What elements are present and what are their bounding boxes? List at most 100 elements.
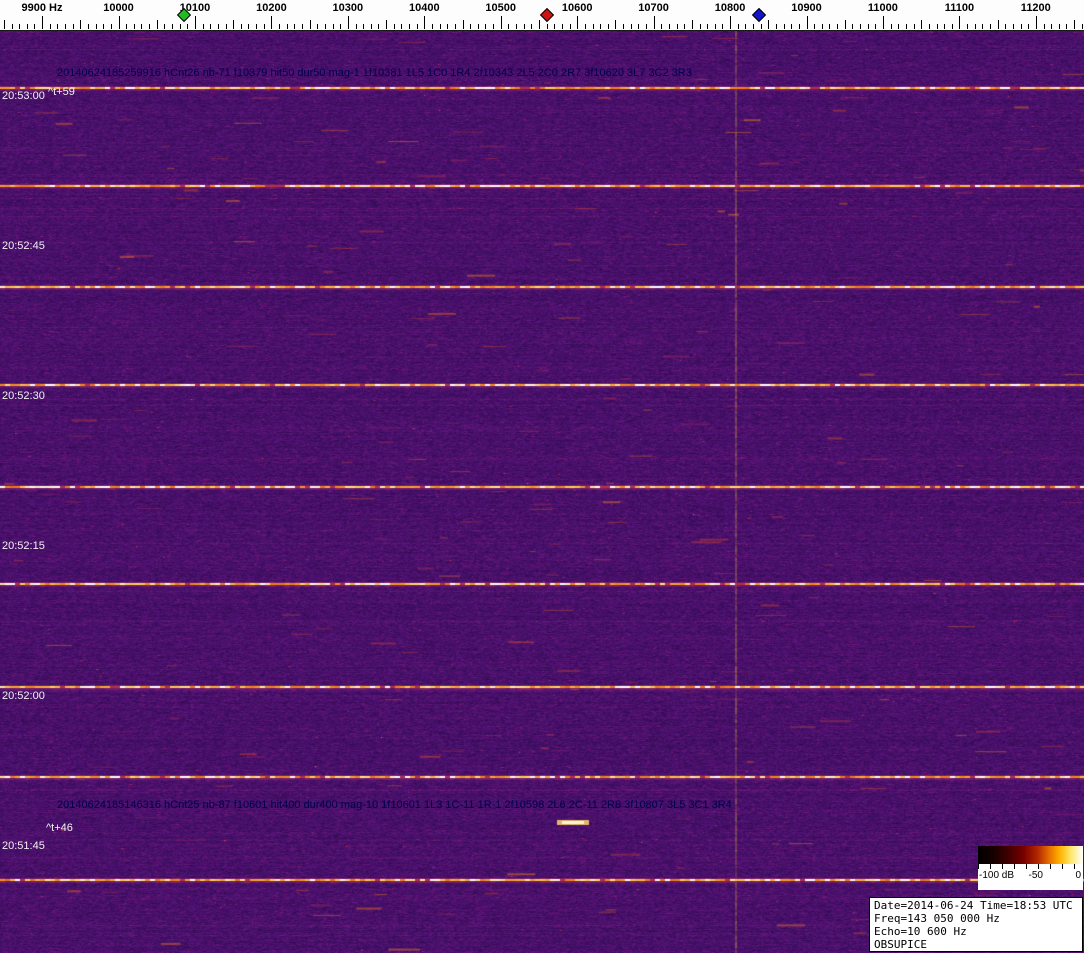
- frequency-ruler: 9900 Hz 10000 10100 10200 10300 10400 10500 106…: [0, 0, 1084, 31]
- ruler-tick: [264, 24, 265, 29]
- ruler-tick: [654, 16, 655, 29]
- ruler-tick: [401, 24, 402, 29]
- ruler-tick: [157, 20, 158, 29]
- info-date-time: Date=2014-06-24 Time=18:53 UTC: [874, 899, 1078, 912]
- ruler-tick: [1082, 24, 1083, 29]
- ruler-tick: [210, 24, 211, 29]
- ruler-tick: [906, 24, 907, 29]
- marker-diamond-blue[interactable]: [752, 8, 766, 22]
- ruler-tick: [1005, 24, 1006, 29]
- ruler-tick: [96, 24, 97, 29]
- ruler-tick: [585, 24, 586, 29]
- ruler-tick: [1066, 24, 1067, 29]
- ruler-tick: [164, 24, 165, 29]
- intensity-colorbar: -100 dB -50 0: [978, 846, 1083, 890]
- ruler-tick: [12, 24, 13, 29]
- ruler-tick-label: 9900 Hz: [22, 2, 63, 14]
- ruler-tick: [1028, 24, 1029, 29]
- ruler-tick: [73, 24, 74, 29]
- ruler-tick: [88, 24, 89, 29]
- ruler-tick: [692, 20, 693, 29]
- ruler-tick: [990, 24, 991, 29]
- ruler-tick: [784, 24, 785, 29]
- ruler-tick: [1051, 24, 1052, 29]
- ruler-tick: [508, 24, 509, 29]
- ruler-tick: [317, 24, 318, 29]
- ruler-tick: [325, 24, 326, 29]
- ruler-tick-label: 10600: [562, 2, 593, 14]
- ruler-tick: [134, 24, 135, 29]
- ruler-tick: [432, 24, 433, 29]
- ruler-tick: [455, 24, 456, 29]
- detection-annotation-1: 20140624185259916 hCnt26 nb-71 f10379 hi…: [57, 67, 692, 79]
- ruler-tick: [1059, 24, 1060, 29]
- ruler-tick: [623, 24, 624, 29]
- ruler-tick: [233, 20, 234, 29]
- ruler-tick: [998, 20, 999, 29]
- ruler-tick: [868, 24, 869, 29]
- ruler-tick: [172, 24, 173, 29]
- time-label: 20:53:00: [2, 90, 45, 102]
- ruler-tick: [119, 16, 120, 29]
- ruler-tick: [921, 20, 922, 29]
- ruler-tick: [340, 24, 341, 29]
- ruler-tick: [829, 24, 830, 29]
- ruler-tick: [187, 24, 188, 29]
- ruler-tick: [141, 24, 142, 29]
- colorbar-max-label: 0: [1075, 870, 1081, 881]
- ruler-tick: [271, 16, 272, 29]
- ruler-tick: [19, 24, 20, 29]
- ruler-tick: [294, 24, 295, 29]
- ruler-tick: [539, 20, 540, 29]
- spectrogram-app: 9900 Hz 10000 10100 10200 10300 10400 10500 106…: [0, 0, 1084, 953]
- ruler-tick: [287, 24, 288, 29]
- ruler-tick: [348, 16, 349, 29]
- ruler-tick: [50, 24, 51, 29]
- ruler-tick: [547, 24, 548, 29]
- time-label: 20:51:45: [2, 840, 45, 852]
- ruler-tick: [248, 24, 249, 29]
- ruler-tick: [982, 24, 983, 29]
- ruler-tick: [394, 24, 395, 29]
- colorbar-min-label: -100 dB: [979, 870, 1014, 881]
- ruler-tick: [753, 24, 754, 29]
- ruler-tick: [1013, 24, 1014, 29]
- time-label: 20:52:00: [2, 690, 45, 702]
- ruler-tick: [807, 16, 808, 29]
- ruler-tick: [34, 24, 35, 29]
- ruler-tick: [524, 24, 525, 29]
- ruler-tick: [730, 16, 731, 29]
- ruler-tick: [952, 24, 953, 29]
- marker-diamond-red[interactable]: [540, 8, 554, 22]
- ruler-tick: [80, 20, 81, 29]
- ruler-tick: [898, 24, 899, 29]
- ruler-tick: [310, 20, 311, 29]
- ruler-tick: [424, 16, 425, 29]
- colorbar-mid-label: -50: [1029, 870, 1043, 881]
- ruler-tick: [761, 24, 762, 29]
- ruler-tick: [1074, 20, 1075, 29]
- ruler-tick: [363, 24, 364, 29]
- ruler-tick: [516, 24, 517, 29]
- ruler-tick: [837, 24, 838, 29]
- ruler-tick: [677, 24, 678, 29]
- ruler-tick: [180, 24, 181, 29]
- ruler-tick: [386, 20, 387, 29]
- ruler-tick: [570, 24, 571, 29]
- ruler-tick: [768, 20, 769, 29]
- ruler-tick: [967, 24, 968, 29]
- ruler-tick: [860, 24, 861, 29]
- ruler-tick: [929, 24, 930, 29]
- ruler-tick: [845, 20, 846, 29]
- ruler-tick: [103, 24, 104, 29]
- ruler-tick: [669, 24, 670, 29]
- ruler-tick: [684, 24, 685, 29]
- ruler-tick: [875, 24, 876, 29]
- ruler-tick: [409, 24, 410, 29]
- ruler-tick: [600, 24, 601, 29]
- ruler-tick: [42, 16, 43, 29]
- ruler-tick: [776, 24, 777, 29]
- ruler-tick: [799, 24, 800, 29]
- ruler-tick: [715, 24, 716, 29]
- ruler-tick: [501, 16, 502, 29]
